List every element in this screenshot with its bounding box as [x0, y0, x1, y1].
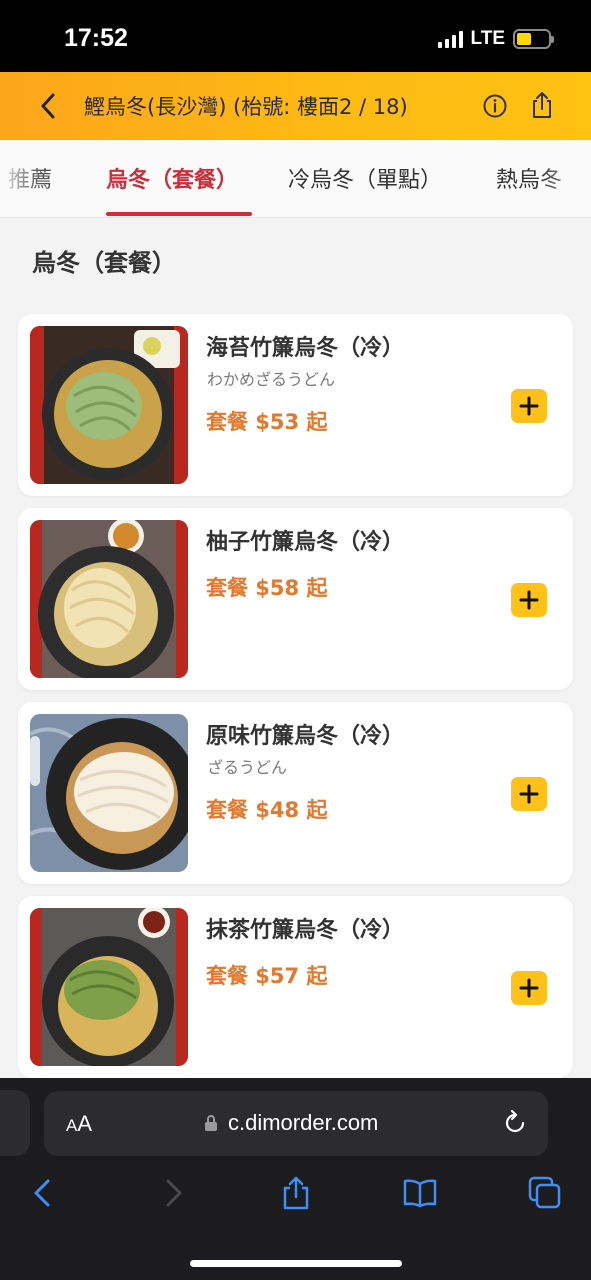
signal-icon	[437, 30, 463, 48]
share-button[interactable]	[528, 90, 556, 120]
status-indicators: LTE	[437, 28, 554, 50]
previous-tab-preview[interactable]	[0, 1090, 30, 1156]
tab-cold-udon-single[interactable]: 冷烏冬（單點）	[288, 162, 442, 194]
item-price: 套餐 $53 起	[206, 410, 328, 434]
reader-mode-button[interactable]: AA	[66, 1111, 92, 1137]
plus-icon	[519, 978, 539, 998]
share-sheet-icon[interactable]	[278, 1175, 314, 1211]
item-name: 抹茶竹簾烏冬（冷）	[206, 918, 405, 943]
menu-item-card[interactable]: 抹茶竹簾烏冬（冷） 套餐 $57 起	[18, 896, 573, 1078]
tab-udon-set[interactable]: 烏冬（套餐）	[106, 162, 238, 194]
status-time: 17:52	[64, 24, 128, 52]
item-name: 柚子竹簾烏冬（冷）	[206, 530, 405, 555]
reload-icon[interactable]	[502, 1109, 528, 1137]
section-title: 烏冬（套餐）	[32, 249, 176, 277]
active-tab-indicator	[106, 212, 252, 216]
category-tabs: 推薦 烏冬（套餐） 冷烏冬（單點） 熱烏冬	[0, 140, 591, 218]
battery-level	[517, 33, 531, 45]
info-circle-icon	[483, 94, 507, 118]
add-to-cart-button[interactable]	[511, 583, 547, 617]
item-subtitle: ざるうどん	[207, 758, 288, 777]
bookmarks-icon[interactable]	[402, 1175, 438, 1211]
url-text[interactable]: c.dimorder.com	[228, 1110, 378, 1136]
status-bar: 17:52 LTE	[0, 0, 591, 72]
food-image	[30, 714, 188, 872]
food-image	[30, 520, 188, 678]
item-price: 套餐 $48 起	[206, 798, 328, 822]
add-to-cart-button[interactable]	[511, 777, 547, 811]
restaurant-title: 鰹烏冬(長沙灣) (枱號: 樓面2 / 18)	[84, 95, 408, 119]
plus-icon	[519, 396, 539, 416]
food-image	[30, 326, 188, 484]
info-button[interactable]	[482, 93, 508, 119]
back-icon[interactable]	[26, 1175, 62, 1211]
home-indicator	[190, 1260, 402, 1267]
tabs-icon[interactable]	[527, 1175, 563, 1211]
food-image	[30, 908, 188, 1066]
chevron-left-icon	[41, 93, 55, 119]
menu-item-card[interactable]: 海苔竹簾烏冬（冷） わかめざるうどん 套餐 $53 起	[18, 314, 573, 496]
item-price: 套餐 $57 起	[206, 964, 328, 988]
share-icon	[533, 92, 551, 118]
item-name: 海苔竹簾烏冬（冷）	[206, 336, 405, 361]
lock-icon	[205, 1115, 217, 1131]
plus-icon	[519, 784, 539, 804]
add-to-cart-button[interactable]	[511, 389, 547, 423]
back-button[interactable]	[34, 92, 62, 120]
battery-icon	[513, 29, 554, 49]
item-name: 原味竹簾烏冬（冷）	[206, 724, 405, 749]
item-price: 套餐 $58 起	[206, 576, 328, 600]
item-subtitle: わかめざるうどん	[207, 370, 336, 389]
plus-icon	[519, 590, 539, 610]
app-header: 鰹烏冬(長沙灣) (枱號: 樓面2 / 18)	[0, 72, 591, 140]
add-to-cart-button[interactable]	[511, 971, 547, 1005]
forward-icon[interactable]	[154, 1175, 190, 1211]
menu-item-card[interactable]: 原味竹簾烏冬（冷） ざるうどん 套餐 $48 起	[18, 702, 573, 884]
network-label: LTE	[470, 28, 505, 49]
menu-item-card[interactable]: 柚子竹簾烏冬（冷） 套餐 $58 起	[18, 508, 573, 690]
